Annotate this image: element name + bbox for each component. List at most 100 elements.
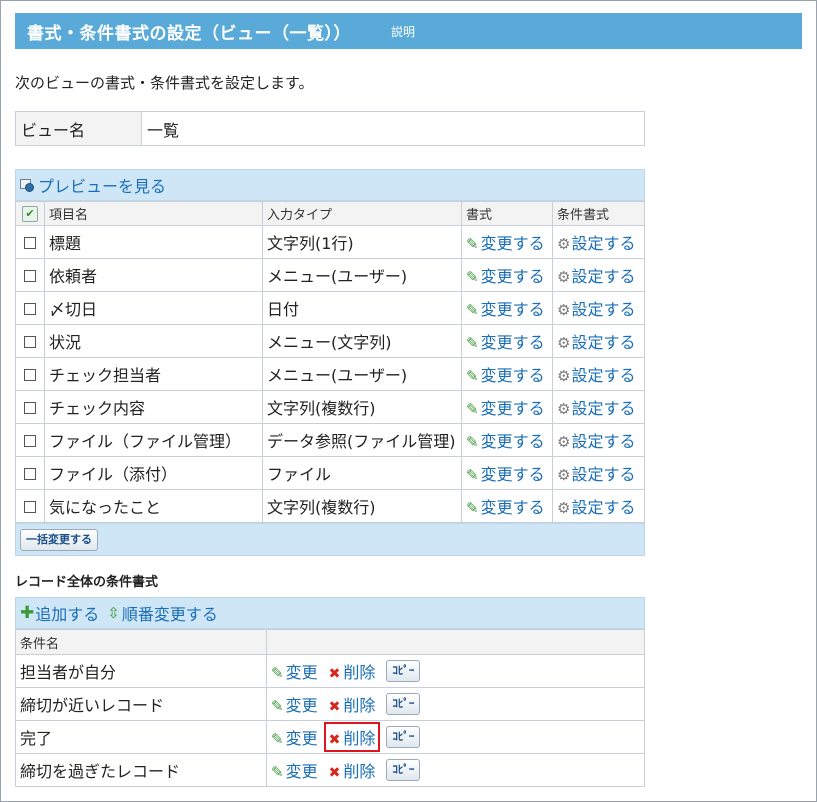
gear-icon: ⚙ [557,433,571,451]
field-name: 状況 [44,324,263,358]
field-checkbox[interactable] [24,468,36,480]
format-change-link[interactable]: 変更する [481,267,545,286]
conditions-table: 条件名 担当者が自分 ✎ 変更 ✖ 削除 ｺﾋﾟｰ 締切が近いレコード ✎ 変更 ✖ 削除 ｺﾋﾟｰ完… [15,629,645,787]
gear-icon: ⚙ [557,268,571,286]
condition-delete-link-wrap[interactable]: ✖ 削除 [324,755,381,785]
field-select-cell [15,489,45,523]
bulk-change-button[interactable]: 一括変更する [20,528,98,551]
condition-copy-button[interactable]: ｺﾋﾟｰ [386,759,421,781]
condition-delete-link[interactable]: 削除 [343,663,375,682]
field-row: チェック担当者 メニュー(ユーザー) ✎ 変更する ⚙設定する [15,357,645,391]
select-all-cell: ✔ [15,201,45,226]
pencil-icon: ✎ [466,235,479,253]
conditional-format-set-link[interactable]: 設定する [571,399,635,418]
gear-icon: ⚙ [557,400,571,418]
condition-delete-link-wrap[interactable]: ✖ 削除 [324,656,381,686]
field-input-type: データ参照(ファイル管理) [262,423,462,457]
field-input-type: ファイル [262,456,462,490]
title-bar: 書式・条件書式の設定（ビュー（一覧）） 説明 [15,13,802,49]
field-name: ファイル（ファイル管理） [44,423,263,457]
field-row: チェック内容 文字列(複数行) ✎ 変更する ⚙設定する [15,390,645,424]
pencil-icon: ✎ [466,367,479,385]
field-input-type: メニュー(文字列) [262,324,462,358]
condition-edit-link[interactable]: 変更 [286,729,318,748]
format-change-link[interactable]: 変更する [481,234,545,253]
condition-copy-button[interactable]: ｺﾋﾟｰ [386,693,421,715]
condition-delete-link[interactable]: 削除 [343,729,375,748]
field-checkbox[interactable] [24,303,36,315]
conditional-format-set-link[interactable]: 設定する [571,300,635,319]
field-name: チェック担当者 [44,357,263,391]
field-checkbox[interactable] [24,501,36,513]
cross-icon: ✖ [328,732,341,748]
conditional-format-cell: ⚙設定する [552,390,645,424]
condition-copy-button[interactable]: ｺﾋﾟｰ [386,660,421,682]
condition-delete-link-wrap[interactable]: ✖ 削除 [323,722,381,752]
field-select-cell [15,291,45,325]
condition-delete-link[interactable]: 削除 [343,762,375,781]
field-select-cell [15,357,45,391]
field-checkbox[interactable] [24,435,36,447]
field-row: 〆切日 日付 ✎ 変更する ⚙設定する [15,291,645,325]
conditions-table-header: 条件名 [15,629,645,655]
conditional-format-set-link[interactable]: 設定する [571,498,635,517]
field-select-cell [15,225,45,259]
field-table: ✔ 項目名 入力タイプ 書式 条件書式 標題 文字列(1行) ✎ 変更する ⚙設定する依… [15,201,645,523]
field-checkbox[interactable] [24,369,36,381]
format-change-cell: ✎ 変更する [461,225,553,259]
conditional-format-cell: ⚙設定する [552,291,645,325]
bulk-toolbar: 一括変更する [15,523,645,556]
add-condition-link[interactable]: 追加する [35,601,99,625]
condition-edit-link[interactable]: 変更 [286,663,318,682]
format-change-link[interactable]: 変更する [481,300,545,319]
condition-delete-link[interactable]: 削除 [343,696,375,715]
conditional-format-set-link[interactable]: 設定する [571,234,635,253]
preview-link[interactable]: プレビューを見る [38,173,166,197]
conditional-format-set-link[interactable]: 設定する [571,366,635,385]
field-table-header: ✔ 項目名 入力タイプ 書式 条件書式 [15,201,645,226]
conditional-format-set-link[interactable]: 設定する [571,432,635,451]
pencil-icon: ✎ [271,730,284,748]
gear-icon: ⚙ [557,466,571,484]
condition-edit-link[interactable]: 変更 [286,696,318,715]
field-name: 標題 [44,225,263,259]
conditional-format-cell: ⚙設定する [552,357,645,391]
conditional-format-set-link[interactable]: 設定する [571,333,635,352]
pencil-icon: ✎ [466,268,479,286]
field-name: ファイル（添付） [44,456,263,490]
condition-delete-link-wrap[interactable]: ✖ 削除 [324,689,381,719]
condition-edit-link[interactable]: 変更 [286,762,318,781]
conditional-format-cell: ⚙設定する [552,225,645,259]
cross-icon: ✖ [328,699,341,715]
column-condition-actions [266,629,645,655]
pencil-icon: ✎ [466,466,479,484]
field-checkbox[interactable] [24,336,36,348]
conditional-format-cell: ⚙設定する [552,258,645,292]
select-all-checkbox[interactable]: ✔ [22,205,38,222]
condition-copy-button[interactable]: ｺﾋﾟｰ [386,726,421,748]
reorder-link[interactable]: 順番変更する [122,601,218,625]
field-input-type: 日付 [262,291,462,325]
format-change-link[interactable]: 変更する [481,333,545,352]
help-link[interactable]: 説明 [391,23,415,40]
condition-name: 完了 [15,720,267,754]
field-name: 気になったこと [44,489,263,523]
format-change-link[interactable]: 変更する [481,399,545,418]
conditional-format-set-link[interactable]: 設定する [571,267,635,286]
format-change-link[interactable]: 変更する [481,498,545,517]
conditional-format-set-link[interactable]: 設定する [571,465,635,484]
field-input-type: 文字列(複数行) [262,390,462,424]
condition-name: 担当者が自分 [15,654,267,688]
field-checkbox[interactable] [24,402,36,414]
field-name: チェック内容 [44,390,263,424]
format-change-link[interactable]: 変更する [481,465,545,484]
column-conditional-format: 条件書式 [552,201,645,226]
format-change-link[interactable]: 変更する [481,432,545,451]
field-checkbox[interactable] [24,237,36,249]
field-checkbox[interactable] [24,270,36,282]
conditional-format-cell: ⚙設定する [552,324,645,358]
format-change-cell: ✎ 変更する [461,390,553,424]
field-select-cell [15,390,45,424]
pencil-icon: ✎ [466,400,479,418]
format-change-link[interactable]: 変更する [481,366,545,385]
